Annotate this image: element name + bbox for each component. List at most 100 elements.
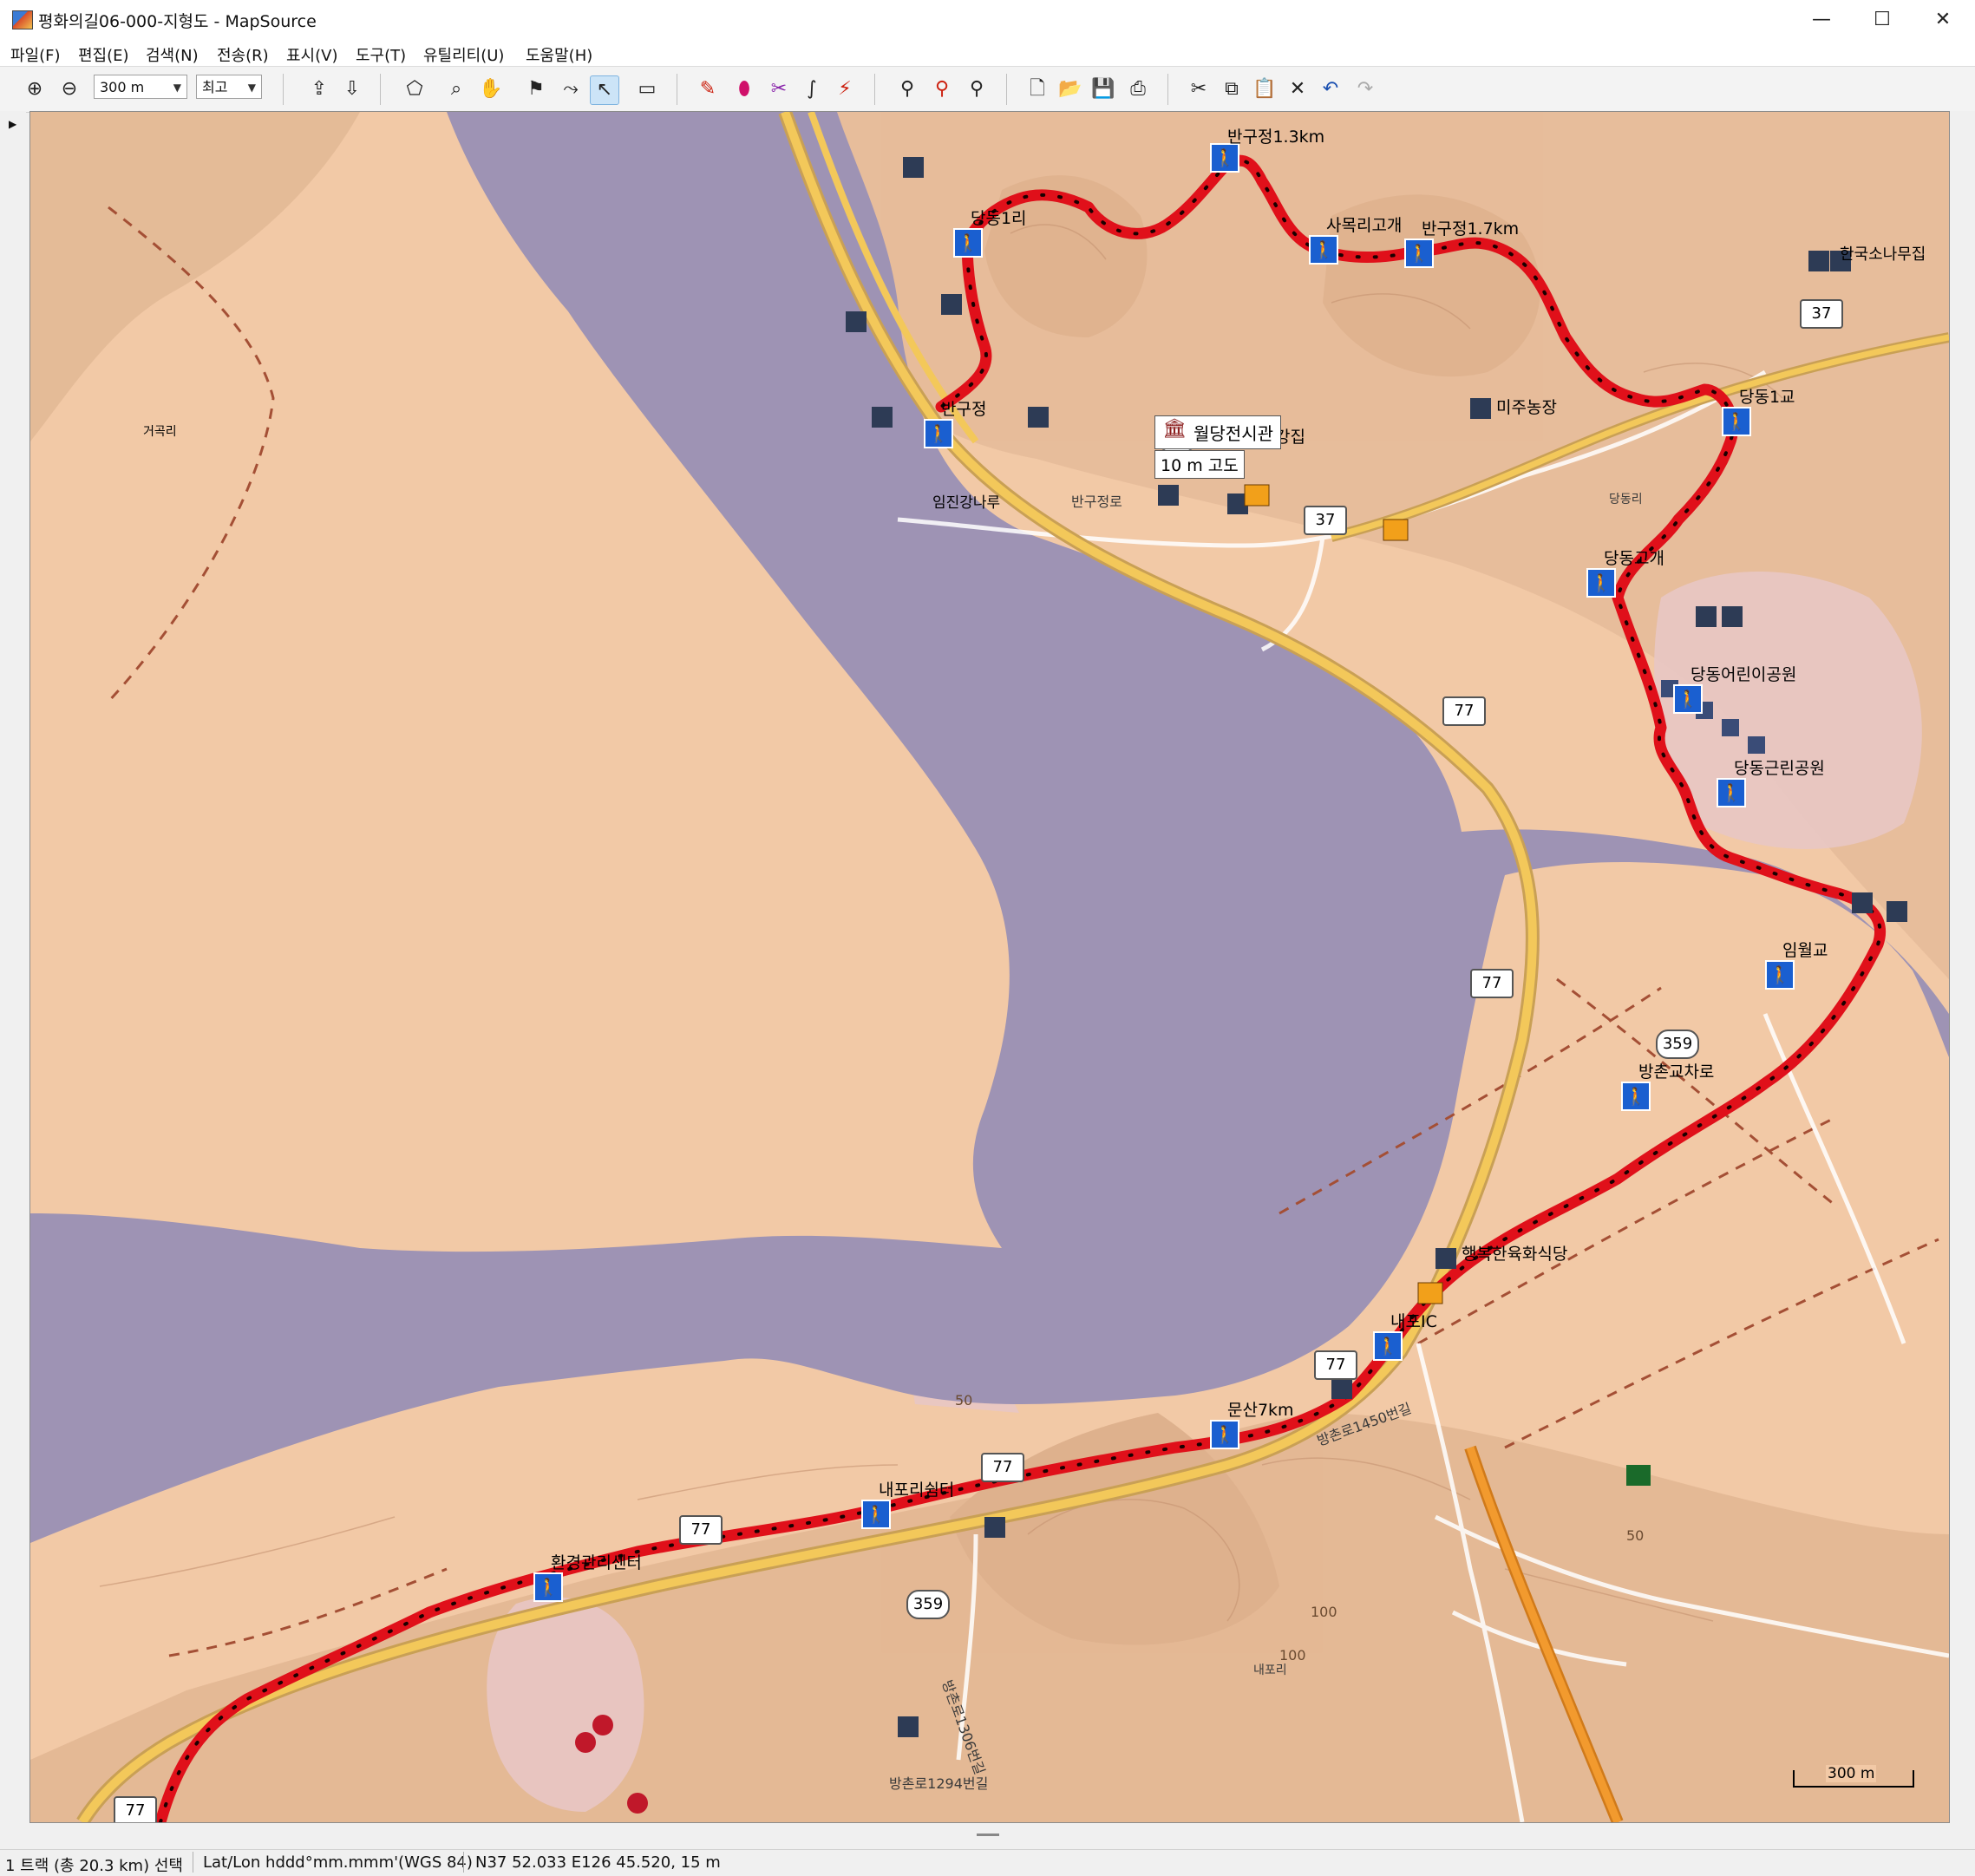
menu-transfer[interactable]: 전송(R) — [217, 43, 269, 66]
waypoint-label: 당동고개 — [1604, 549, 1664, 568]
waypoint-marker[interactable]: 🚶 임월교 — [1765, 941, 1828, 990]
waypoint-label: 환경관리센터 — [551, 1553, 642, 1572]
pan-hand-icon[interactable]: ✋ — [477, 75, 505, 103]
waypoint-marker[interactable]: 🚶 사목리고개 — [1309, 216, 1402, 265]
maximize-button[interactable]: ☐ — [1852, 0, 1913, 40]
waypoint-label: 반구정1.7km — [1422, 219, 1520, 239]
menu-utilities[interactable]: 유틸리티(U) — [423, 43, 504, 66]
find-address-icon[interactable]: ⚲ — [963, 75, 991, 103]
waypoint-label: 당동근린공원 — [1734, 759, 1825, 778]
minimize-button[interactable]: — — [1791, 0, 1852, 40]
waypoint-flag-icon[interactable]: ⚑ — [522, 75, 550, 103]
waypoint-marker[interactable]: 🚶 당동1교 — [1722, 388, 1795, 436]
detail-level-value: 최고 — [202, 79, 228, 95]
waypoint-marker[interactable]: 🚶 반구정1.7km — [1404, 219, 1519, 268]
waypoint-marker[interactable]: 🚶 반구정1.3km — [1210, 127, 1324, 173]
hiker-icon: 🚶 — [1404, 239, 1434, 268]
map-select-tool-icon[interactable]: ⬠ — [401, 75, 428, 103]
new-file-icon[interactable]: 🗋 — [1023, 75, 1051, 103]
road-shield: 77 — [1314, 1350, 1357, 1380]
scale-bar-label: 300 m — [1826, 1765, 1877, 1782]
cut-icon[interactable]: ✂ — [1185, 75, 1213, 103]
waypoint-marker[interactable]: 🚶 당동근린공원 — [1717, 759, 1825, 807]
hiker-icon: 🚶 — [1765, 960, 1795, 990]
print-icon[interactable]: ⎙ — [1124, 75, 1152, 103]
poi-label: 임진강나루 — [932, 494, 1001, 512]
menu-find[interactable]: 검색(N) — [146, 43, 199, 66]
close-button[interactable]: ✕ — [1913, 0, 1973, 40]
receive-from-device-icon[interactable]: ⇪ — [305, 75, 333, 103]
contour-label: 50 — [1626, 1527, 1645, 1544]
open-folder-icon[interactable]: 📂 — [1056, 75, 1084, 103]
selection-pointer-icon[interactable]: ↖ — [590, 75, 619, 105]
redo-icon[interactable]: ↷ — [1351, 75, 1379, 103]
join-track-icon[interactable]: ⚡ — [831, 75, 859, 103]
toolbar-separator — [874, 74, 875, 105]
road-shield: 77 — [1442, 696, 1486, 726]
hiker-icon: 🚶 — [1309, 235, 1338, 265]
hiker-icon: 🚶 — [1722, 407, 1751, 436]
copy-icon[interactable]: ⧉ — [1218, 75, 1246, 103]
zoom-scale-select[interactable]: 300 m ▼ — [94, 75, 187, 99]
distance-ruler-icon[interactable]: ▭ — [633, 75, 661, 103]
map-view[interactable]: 🚶 반구정1.3km 🚶 당동1리 🚶 사목리고개 🚶 반구정1.7km 🚶 반… — [29, 111, 1950, 1823]
tooltip-elevation: 10 m 고도 — [1154, 450, 1245, 479]
menu-tools[interactable]: 도구(T) — [356, 43, 406, 66]
road-name-label: 방촌로1306번길 — [938, 1677, 989, 1777]
waypoint-label: 반구정1.3km — [1227, 127, 1325, 147]
waypoint-marker[interactable]: 🚶 당동1리 — [953, 209, 1027, 258]
menu-help[interactable]: 도움말(H) — [526, 43, 592, 66]
zoom-tool-icon[interactable]: ⌕ — [442, 75, 470, 103]
hiker-icon: 🚶 — [1717, 778, 1746, 807]
zoom-scale-value: 300 m — [100, 79, 145, 95]
waypoint-marker[interactable]: 🚶 반구정 — [924, 400, 986, 448]
detail-level-select[interactable]: 최고 ▼ — [196, 75, 262, 99]
toolbar-separator — [1167, 74, 1168, 105]
road-shield: 77 — [1470, 969, 1514, 998]
zoom-in-icon[interactable]: ⊕ — [21, 75, 49, 103]
poi-label: 한국소나무집 — [1840, 245, 1926, 264]
waypoint-marker[interactable]: 🚶 방촌교차로 — [1621, 1062, 1714, 1111]
waypoint-marker[interactable]: 🚶 당동고개 — [1586, 549, 1664, 598]
road-shield: 37 — [1304, 506, 1347, 535]
title-bar: 평화의길06-000-지형도 - MapSource — ☐ ✕ — [0, 0, 1975, 41]
route-tool-icon[interactable]: ⤳ — [557, 75, 585, 103]
road-shield: 77 — [114, 1796, 157, 1822]
find-near-icon[interactable]: ⚲ — [928, 75, 956, 103]
road-name-label: 방촌로1450번길 — [1314, 1399, 1414, 1449]
send-to-device-icon[interactable]: ⇩ — [338, 75, 366, 103]
erase-tool-icon[interactable]: ⬮ — [730, 75, 758, 103]
waypoint-marker[interactable]: 🚶 당동어린이공원 — [1673, 665, 1796, 714]
horizontal-splitter[interactable] — [0, 1823, 1975, 1849]
waypoint-label: 방촌교차로 — [1638, 1062, 1715, 1082]
waypoint-marker[interactable]: 🚶 문산7km — [1210, 1401, 1294, 1449]
menu-edit[interactable]: 편집(E) — [78, 43, 129, 66]
connect-track-icon[interactable]: ∫ — [798, 75, 826, 103]
track-draw-icon[interactable]: ✎ — [694, 75, 722, 103]
contour-label: 100 — [1279, 1647, 1306, 1664]
menu-file[interactable]: 파일(F) — [10, 43, 61, 66]
hiker-icon: 🚶 — [1373, 1331, 1403, 1361]
find-icon[interactable]: ⚲ — [893, 75, 921, 103]
tooltip-name: 월당전시관 — [1194, 423, 1273, 444]
undo-icon[interactable]: ↶ — [1317, 75, 1344, 103]
road-shield: 77 — [981, 1453, 1024, 1482]
waypoint-label: 당동1리 — [971, 209, 1027, 228]
left-panel-strip: ▶ — [0, 111, 26, 1846]
expand-panel-arrow-icon[interactable]: ▶ — [9, 118, 16, 130]
waypoint-marker[interactable]: 🚶 내포리쉼터 — [861, 1481, 954, 1529]
app-icon — [12, 10, 33, 29]
window-title: 평화의길06-000-지형도 - MapSource — [38, 12, 317, 31]
toolbar: ⊕ ⊖ 300 m ▼ 최고 ▼ ⇪ ⇩ ⬠ ⌕ ✋ ⚑ ⤳ ↖ ▭ ✎ ⬮ ✂… — [0, 66, 1975, 113]
menu-view[interactable]: 표시(V) — [286, 43, 337, 66]
hiker-icon: 🚶 — [924, 419, 953, 448]
save-icon[interactable]: 💾 — [1089, 75, 1117, 103]
contour-label: 50 — [955, 1392, 973, 1409]
zoom-out-icon[interactable]: ⊖ — [56, 75, 83, 103]
divide-track-icon[interactable]: ✂ — [765, 75, 793, 103]
waypoint-marker[interactable]: 🚶 환경관리센터 — [533, 1553, 642, 1602]
delete-icon[interactable]: ✕ — [1284, 75, 1311, 103]
paste-icon[interactable]: 📋 — [1251, 75, 1279, 103]
waypoint-marker[interactable]: 🚶 내포IC — [1373, 1312, 1437, 1361]
status-cursor-position: N37 52.033 E126 45.520, 15 m — [475, 1853, 721, 1872]
